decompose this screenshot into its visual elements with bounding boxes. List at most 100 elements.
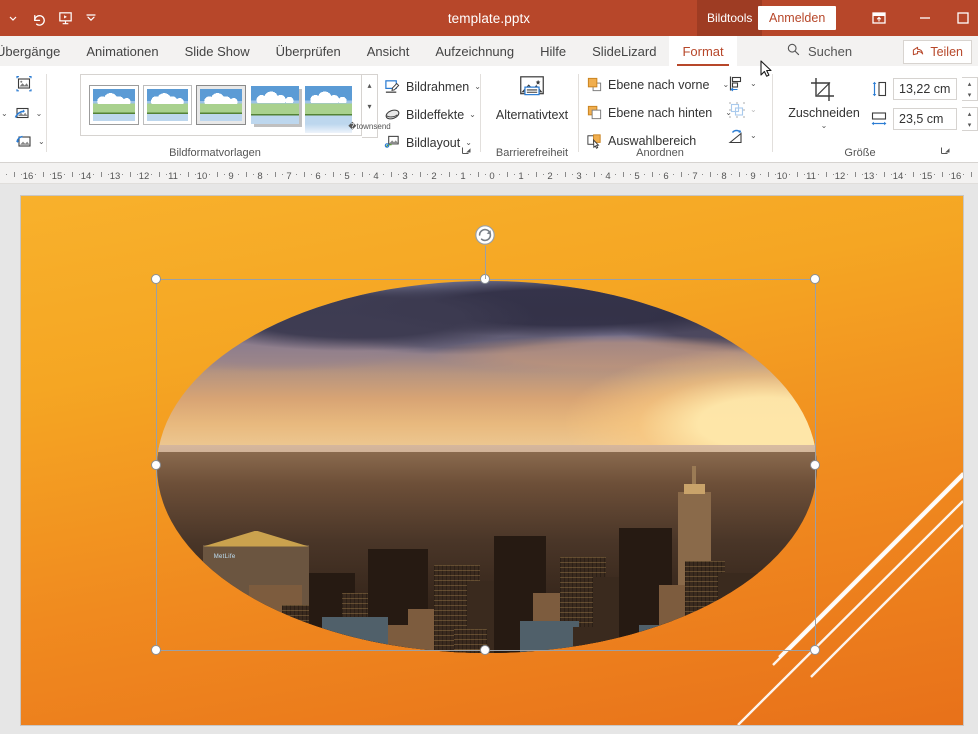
ruler-mark bbox=[680, 172, 682, 177]
minimize-icon[interactable] bbox=[902, 0, 948, 36]
ruler-mark bbox=[470, 174, 472, 175]
ruler-mark bbox=[883, 172, 885, 177]
ruler-mark bbox=[622, 172, 624, 177]
search-box[interactable]: Suchen bbox=[786, 36, 852, 66]
picture-layout-button[interactable]: Bildlayout ⌄ bbox=[384, 134, 472, 151]
shape-height-field[interactable]: 13,22 cm bbox=[893, 78, 957, 100]
ruler-mark bbox=[644, 174, 646, 175]
picture-styles-dialog-launcher[interactable] bbox=[461, 146, 472, 159]
stepper-down-icon[interactable]: ▾ bbox=[962, 89, 977, 100]
ruler-tick: 8 bbox=[721, 171, 727, 182]
stepper-up-icon[interactable]: ▴ bbox=[962, 108, 977, 119]
share-button[interactable]: Teilen bbox=[903, 40, 972, 64]
ruler-tick: 15 bbox=[51, 171, 63, 182]
shape-height-stepper[interactable]: ▴ ▾ bbox=[962, 77, 978, 101]
ruler-mark bbox=[412, 174, 414, 175]
tab-uebergaenge[interactable]: Übergänge bbox=[0, 36, 73, 66]
ruler-mark bbox=[158, 172, 160, 177]
gallery-scroll-down-icon[interactable]: ▾ bbox=[362, 96, 377, 117]
ruler-mark bbox=[397, 174, 399, 175]
bring-forward-label: Ebene nach vorne bbox=[608, 77, 710, 92]
contextual-tab-label: Bildtools bbox=[697, 0, 763, 36]
ruler-mark bbox=[600, 174, 602, 175]
tab-format[interactable]: Format bbox=[669, 36, 737, 66]
tab-slidelizard[interactable]: SlideLizard bbox=[579, 36, 669, 66]
maximize-icon[interactable] bbox=[948, 0, 978, 36]
ruler-mark bbox=[107, 174, 109, 175]
resize-handle-top-left[interactable] bbox=[151, 274, 161, 284]
ruler-tick: 1 bbox=[460, 171, 466, 182]
ruler-mark bbox=[658, 174, 660, 175]
resize-handle-middle-right[interactable] bbox=[810, 460, 820, 470]
resize-handle-bottom-center[interactable] bbox=[480, 645, 490, 655]
corrections-button[interactable]: e ⌄ ⌄ bbox=[0, 104, 42, 124]
send-backward-button[interactable]: Ebene nach hinten ⌄ bbox=[586, 104, 732, 121]
shape-width-stepper[interactable]: ▴ ▾ bbox=[962, 107, 978, 131]
picture-border-button[interactable]: Bildrahmen ⌄ bbox=[384, 78, 481, 95]
tab-hilfe[interactable]: Hilfe bbox=[527, 36, 579, 66]
shape-height-icon bbox=[870, 80, 888, 98]
ruler-mark bbox=[368, 174, 370, 175]
redo-icon[interactable] bbox=[26, 3, 52, 33]
stepper-down-icon[interactable]: ▾ bbox=[962, 119, 977, 130]
ruler-mark bbox=[93, 174, 95, 175]
picture-effects-button[interactable]: Bildeffekte ⌄ bbox=[384, 106, 476, 123]
slide-canvas[interactable]: MetLife bbox=[0, 184, 978, 734]
picture-style-beveled-matte-white[interactable] bbox=[142, 85, 193, 125]
align-objects-icon bbox=[728, 75, 746, 93]
rotation-stem bbox=[485, 246, 486, 279]
ruler-mark bbox=[738, 172, 740, 177]
rotate-objects-button[interactable]: ⌄ bbox=[728, 126, 757, 146]
start-slideshow-icon[interactable] bbox=[52, 3, 78, 33]
picture-border-label: Bildrahmen bbox=[406, 79, 470, 94]
ruler-mark bbox=[796, 172, 798, 177]
tab-aufzeichnung[interactable]: Aufzeichnung bbox=[422, 36, 527, 66]
tab-slide-show[interactable]: Slide Show bbox=[172, 36, 263, 66]
shape-width-row: 23,5 cm ▴ ▾ bbox=[870, 107, 978, 131]
chevron-down-icon[interactable]: ⌄ bbox=[821, 122, 828, 130]
bring-forward-button[interactable]: Ebene nach vorne ⌄ bbox=[586, 76, 729, 93]
resize-handle-top-right[interactable] bbox=[810, 274, 820, 284]
horizontal-ruler[interactable]: 0 16 15 14 13 12 11 10 9 8 7 6 5 4 3 2 1 1 2 3 4 5 6 7 8 9 10 11 12 1… bbox=[0, 163, 978, 184]
qat-more-chevron-icon[interactable] bbox=[78, 3, 104, 33]
ruler-tick: 13 bbox=[109, 171, 121, 182]
remove-background-button[interactable] bbox=[14, 74, 34, 94]
gallery-scroll-up-icon[interactable]: ▴ bbox=[362, 75, 377, 96]
shape-width-field[interactable]: 23,5 cm bbox=[893, 108, 957, 130]
rotate-objects-icon bbox=[728, 127, 746, 145]
rotate-handle[interactable] bbox=[474, 224, 496, 246]
tab-ueberpruefen[interactable]: Überprüfen bbox=[263, 36, 354, 66]
ruler-mark bbox=[136, 174, 138, 175]
ribbon-display-options-icon[interactable] bbox=[856, 0, 902, 36]
ribbon-tabs: Übergänge Animationen Slide Show Überprü… bbox=[0, 36, 737, 66]
ruler-mark bbox=[818, 174, 820, 175]
ruler-mark bbox=[441, 174, 443, 175]
resize-handle-bottom-left[interactable] bbox=[151, 645, 161, 655]
resize-handle-middle-left[interactable] bbox=[151, 460, 161, 470]
tab-ansicht[interactable]: Ansicht bbox=[354, 36, 423, 66]
picture-style-metal-frame[interactable] bbox=[196, 85, 247, 125]
alt-text-button[interactable]: Alternativtext bbox=[486, 74, 578, 122]
size-dialog-launcher[interactable] bbox=[940, 146, 951, 159]
color-button[interactable]: ⌄ bbox=[14, 132, 45, 152]
ruler-mark bbox=[100, 172, 102, 177]
sign-in-button[interactable]: Anmelden bbox=[758, 6, 837, 30]
crop-button[interactable]: Zuschneiden ⌄ bbox=[784, 76, 864, 130]
tab-animationen[interactable]: Animationen bbox=[73, 36, 171, 66]
picture-styles-gallery[interactable] bbox=[80, 74, 362, 136]
customize-qat-chevron-icon[interactable] bbox=[0, 3, 26, 33]
picture-style-drop-shadow-rectangle[interactable] bbox=[251, 86, 299, 124]
stepper-up-icon[interactable]: ▴ bbox=[962, 78, 977, 89]
picture-layout-label: Bildlayout bbox=[406, 135, 461, 150]
resize-handle-bottom-right[interactable] bbox=[810, 645, 820, 655]
chevron-down-icon: ⌄ bbox=[35, 109, 43, 118]
ribbon-group-arrange: Ebene nach vorne ⌄ Ebene nach hinten ⌄ A… bbox=[580, 66, 773, 162]
picture-style-reflected-rounded-rectangle[interactable] bbox=[304, 86, 353, 133]
ruler-mark bbox=[629, 174, 631, 175]
picture-style-simple-frame-white[interactable] bbox=[89, 85, 139, 125]
ruler-tick: 8 bbox=[257, 171, 263, 182]
ruler-mark bbox=[296, 174, 298, 175]
ruler-mark bbox=[209, 174, 211, 175]
align-objects-button[interactable]: ⌄ bbox=[728, 74, 757, 94]
gallery-more-icon[interactable]: �townsend bbox=[348, 116, 390, 137]
